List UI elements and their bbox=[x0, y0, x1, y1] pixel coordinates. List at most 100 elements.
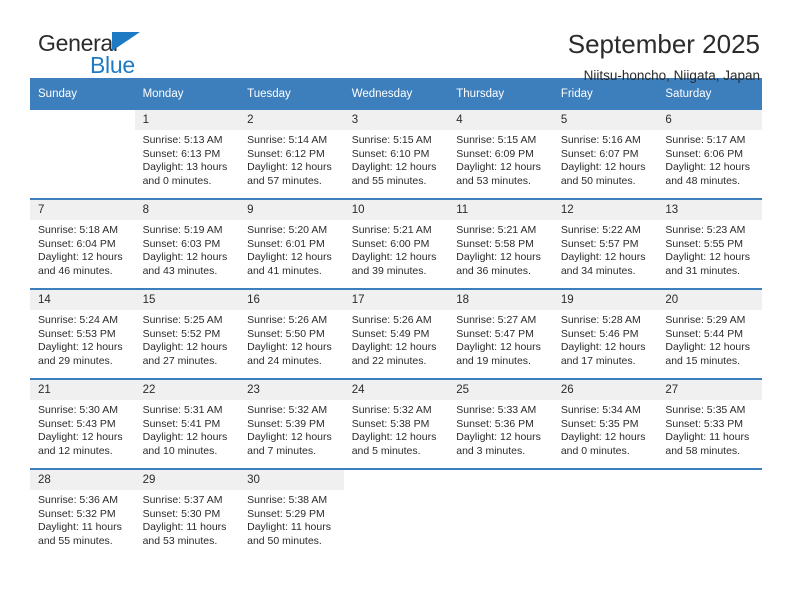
calendar-day-cell[interactable]: 5 Sunrise: 5:16 AM Sunset: 6:07 PM Daylight… bbox=[552, 110, 658, 199]
sunset-text: Sunset: 5:35 PM bbox=[560, 417, 639, 430]
sunset-text: Sunset: 6:13 PM bbox=[142, 147, 221, 160]
sunset-text: Sunset: 5:41 PM bbox=[142, 417, 221, 430]
day-number: 4 bbox=[448, 110, 553, 130]
day-details: Sunrise: 5:31 AM Sunset: 5:41 PM Daylight:… bbox=[135, 400, 240, 458]
daylight-text-line2: and 43 minutes. bbox=[142, 264, 218, 277]
calendar-day-cell[interactable]: 17 Sunrise: 5:26 AM Sunset: 5:49 PM Dayligh… bbox=[343, 288, 449, 379]
daylight-text-line2: and 53 minutes. bbox=[142, 534, 218, 547]
daylight-text-line2: and 10 minutes. bbox=[142, 444, 218, 457]
sunrise-text: Sunrise: 5:35 AM bbox=[665, 404, 746, 416]
day-number bbox=[448, 470, 553, 490]
daylight-text-line2: and 15 minutes. bbox=[665, 354, 741, 367]
daylight-text-line1: Daylight: 12 hours bbox=[38, 431, 123, 444]
calendar-day-cell[interactable]: 8 Sunrise: 5:19 AM Sunset: 6:03 PM Daylight… bbox=[134, 198, 240, 289]
calendar-day-cell[interactable]: 22 Sunrise: 5:31 AM Sunset: 5:41 PM Dayligh… bbox=[134, 378, 240, 469]
daylight-text-line1: Daylight: 12 hours bbox=[247, 431, 332, 444]
day-details: Sunrise: 5:38 AM Sunset: 5:29 PM Daylight:… bbox=[239, 490, 344, 548]
sunrise-text: Sunrise: 5:28 AM bbox=[560, 314, 641, 326]
calendar-day-cell[interactable]: 2 Sunrise: 5:14 AM Sunset: 6:12 PM Daylight… bbox=[239, 110, 344, 199]
sunrise-text: Sunrise: 5:32 AM bbox=[351, 404, 432, 416]
day-number: 24 bbox=[343, 380, 449, 400]
calendar-day-cell[interactable]: 21 Sunrise: 5:30 AM Sunset: 5:43 PM Dayligh… bbox=[30, 378, 135, 469]
sunset-text: Sunset: 5:29 PM bbox=[247, 507, 325, 520]
sunset-text: Sunset: 5:50 PM bbox=[247, 327, 325, 340]
sunrise-text: Sunrise: 5:17 AM bbox=[665, 134, 746, 146]
weekday-header-monday: Monday bbox=[134, 78, 240, 110]
calendar-day-cell[interactable]: 13 Sunrise: 5:23 AM Sunset: 5:55 PM Dayligh… bbox=[657, 198, 762, 289]
daylight-text-line1: Daylight: 12 hours bbox=[456, 251, 541, 264]
sunset-text: Sunset: 6:09 PM bbox=[456, 147, 534, 160]
calendar-day-cell[interactable]: 6 Sunrise: 5:17 AM Sunset: 6:06 PM Daylight… bbox=[657, 110, 762, 199]
weekday-header-thursday: Thursday bbox=[448, 78, 553, 110]
day-details: Sunrise: 5:14 AM Sunset: 6:12 PM Daylight:… bbox=[239, 130, 344, 188]
daylight-text-line2: and 57 minutes. bbox=[247, 174, 322, 187]
calendar-day-cell[interactable]: 29 Sunrise: 5:37 AM Sunset: 5:30 PM Dayligh… bbox=[134, 468, 240, 558]
daylight-text-line2: and 39 minutes. bbox=[351, 264, 427, 277]
sunrise-text: Sunrise: 5:13 AM bbox=[142, 134, 223, 146]
sunrise-text: Sunrise: 5:22 AM bbox=[560, 224, 641, 236]
calendar-day-cell[interactable]: 26 Sunrise: 5:34 AM Sunset: 5:35 PM Dayligh… bbox=[552, 378, 658, 469]
calendar-day-cell[interactable]: 7 Sunrise: 5:18 AM Sunset: 6:04 PM Daylight… bbox=[30, 198, 135, 289]
calendar-day-cell[interactable]: 18 Sunrise: 5:27 AM Sunset: 5:47 PM Dayligh… bbox=[448, 288, 553, 379]
daylight-text-line2: and 5 minutes. bbox=[351, 444, 421, 457]
daylight-text-line1: Daylight: 12 hours bbox=[665, 341, 751, 354]
calendar-day-cell[interactable]: 24 Sunrise: 5:32 AM Sunset: 5:38 PM Dayligh… bbox=[343, 378, 449, 469]
sunset-text: Sunset: 6:10 PM bbox=[351, 147, 430, 160]
sunrise-text: Sunrise: 5:34 AM bbox=[560, 404, 641, 416]
sunset-text: Sunset: 5:57 PM bbox=[560, 237, 639, 250]
calendar-day-cell[interactable]: 20 Sunrise: 5:29 AM Sunset: 5:44 PM Dayligh… bbox=[657, 288, 762, 379]
calendar-day-cell[interactable]: 30 Sunrise: 5:38 AM Sunset: 5:29 PM Dayligh… bbox=[239, 468, 344, 558]
calendar-day-cell[interactable]: 23 Sunrise: 5:32 AM Sunset: 5:39 PM Dayligh… bbox=[239, 378, 344, 469]
sunrise-text: Sunrise: 5:32 AM bbox=[247, 404, 328, 416]
sunset-text: Sunset: 5:55 PM bbox=[665, 237, 744, 250]
day-number: 14 bbox=[30, 290, 135, 310]
logo-triangle-icon bbox=[112, 32, 140, 51]
calendar-day-cell[interactable]: 28 Sunrise: 5:36 AM Sunset: 5:32 PM Dayligh… bbox=[30, 468, 135, 558]
calendar-day-cell[interactable]: 12 Sunrise: 5:22 AM Sunset: 5:57 PM Dayligh… bbox=[552, 198, 658, 289]
sunset-text: Sunset: 5:38 PM bbox=[351, 417, 430, 430]
calendar-day-cell[interactable]: 15 Sunrise: 5:25 AM Sunset: 5:52 PM Dayligh… bbox=[134, 288, 240, 379]
sunset-text: Sunset: 5:39 PM bbox=[247, 417, 325, 430]
day-number: 30 bbox=[239, 470, 344, 490]
calendar-day-cell[interactable]: 4 Sunrise: 5:15 AM Sunset: 6:09 PM Daylight… bbox=[448, 110, 553, 199]
calendar-day-cell-empty bbox=[552, 468, 658, 558]
calendar-page: General Blue September 2025 Niitsu-honch… bbox=[0, 0, 792, 612]
day-number: 6 bbox=[657, 110, 762, 130]
day-details: Sunrise: 5:23 AM Sunset: 5:55 PM Daylight:… bbox=[657, 220, 762, 278]
day-details: Sunrise: 5:21 AM Sunset: 6:00 PM Daylight:… bbox=[344, 220, 449, 278]
day-number: 26 bbox=[552, 380, 658, 400]
day-details: Sunrise: 5:15 AM Sunset: 6:10 PM Daylight:… bbox=[344, 130, 449, 188]
daylight-text-line2: and 24 minutes. bbox=[247, 354, 322, 367]
calendar-day-cell[interactable]: 10 Sunrise: 5:21 AM Sunset: 6:00 PM Dayligh… bbox=[343, 198, 449, 289]
daylight-text-line1: Daylight: 12 hours bbox=[351, 341, 437, 354]
day-details: Sunrise: 5:27 AM Sunset: 5:47 PM Daylight:… bbox=[448, 310, 553, 368]
calendar-day-cell[interactable]: 27 Sunrise: 5:35 AM Sunset: 5:33 PM Dayligh… bbox=[657, 378, 762, 469]
calendar-day-cell[interactable]: 19 Sunrise: 5:28 AM Sunset: 5:46 PM Dayligh… bbox=[552, 288, 658, 379]
calendar-day-cell[interactable]: 25 Sunrise: 5:33 AM Sunset: 5:36 PM Dayligh… bbox=[448, 378, 553, 469]
daylight-text-line2: and 53 minutes. bbox=[456, 174, 531, 187]
sunrise-text: Sunrise: 5:29 AM bbox=[665, 314, 746, 326]
sunrise-text: Sunrise: 5:38 AM bbox=[247, 494, 328, 506]
daylight-text-line1: Daylight: 12 hours bbox=[560, 251, 646, 264]
daylight-text-line1: Daylight: 12 hours bbox=[38, 251, 123, 264]
sunrise-text: Sunrise: 5:36 AM bbox=[38, 494, 118, 506]
sunset-text: Sunset: 6:04 PM bbox=[38, 237, 116, 250]
day-number: 29 bbox=[134, 470, 240, 490]
daylight-text-line1: Daylight: 12 hours bbox=[456, 341, 541, 354]
daylight-text-line1: Daylight: 12 hours bbox=[247, 161, 332, 174]
calendar-day-cell[interactable]: 1 Sunrise: 5:13 AM Sunset: 6:13 PM Daylight… bbox=[134, 110, 240, 199]
day-number: 2 bbox=[239, 110, 344, 130]
day-details: Sunrise: 5:33 AM Sunset: 5:36 PM Daylight:… bbox=[448, 400, 553, 458]
calendar-day-cell[interactable]: 3 Sunrise: 5:15 AM Sunset: 6:10 PM Daylight… bbox=[343, 110, 449, 199]
sunrise-text: Sunrise: 5:16 AM bbox=[560, 134, 641, 146]
sunrise-text: Sunrise: 5:21 AM bbox=[456, 224, 537, 236]
day-details: Sunrise: 5:20 AM Sunset: 6:01 PM Daylight:… bbox=[239, 220, 344, 278]
daylight-text-line1: Daylight: 11 hours bbox=[665, 431, 750, 444]
calendar-day-cell[interactable]: 16 Sunrise: 5:26 AM Sunset: 5:50 PM Dayligh… bbox=[239, 288, 344, 379]
daylight-text-line1: Daylight: 12 hours bbox=[560, 341, 646, 354]
calendar-day-cell[interactable]: 11 Sunrise: 5:21 AM Sunset: 5:58 PM Dayligh… bbox=[448, 198, 553, 289]
general-blue-logo[interactable]: General Blue bbox=[32, 28, 182, 80]
daylight-text-line2: and 29 minutes. bbox=[38, 354, 113, 367]
calendar-day-cell[interactable]: 9 Sunrise: 5:20 AM Sunset: 6:01 PM Daylight… bbox=[239, 198, 344, 289]
calendar-day-cell[interactable]: 14 Sunrise: 5:24 AM Sunset: 5:53 PM Dayligh… bbox=[30, 288, 135, 379]
